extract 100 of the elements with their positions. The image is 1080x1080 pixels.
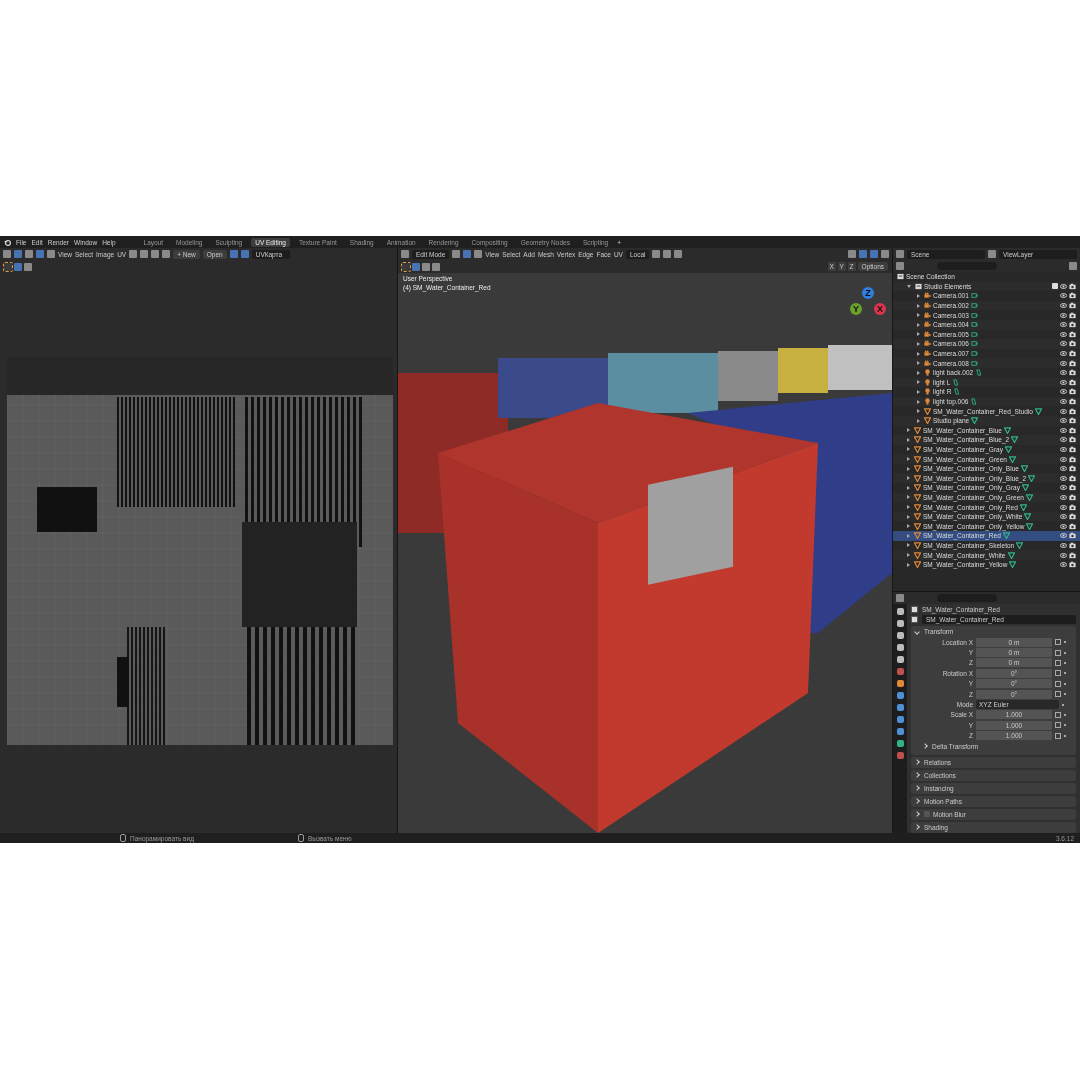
eye-icon[interactable]: [1060, 378, 1067, 386]
eye-icon[interactable]: [1060, 292, 1067, 300]
expand-arrow-icon[interactable]: [917, 332, 920, 337]
light-data-icon[interactable]: [975, 369, 983, 377]
expand-arrow-icon[interactable]: [907, 437, 910, 442]
mesh-data-icon[interactable]: [971, 417, 979, 425]
eye-icon[interactable]: [1060, 350, 1067, 358]
light-data-icon[interactable]: [970, 398, 978, 405]
expand-arrow-icon[interactable]: [907, 457, 910, 462]
eye-icon[interactable]: [1060, 455, 1067, 463]
camera-render-icon[interactable]: [1069, 503, 1076, 511]
expand-arrow-icon[interactable]: [907, 505, 910, 510]
camera-render-icon[interactable]: [1069, 522, 1076, 530]
eye-icon[interactable]: [1060, 302, 1067, 310]
camera-data-icon[interactable]: [970, 302, 978, 310]
eye-icon[interactable]: [1060, 465, 1067, 473]
expand-arrow-icon[interactable]: [917, 361, 920, 366]
camera-data-icon[interactable]: [970, 340, 978, 348]
eye-icon[interactable]: [1060, 541, 1067, 549]
eye-icon[interactable]: [1060, 330, 1067, 338]
panel-checkbox[interactable]: [924, 811, 930, 818]
eye-icon[interactable]: [1060, 359, 1067, 367]
camera-render-icon[interactable]: [1069, 388, 1076, 396]
camera-render-icon[interactable]: [1069, 330, 1076, 338]
camera-render-icon[interactable]: [1069, 474, 1076, 482]
expand-arrow-icon[interactable]: [917, 341, 920, 346]
camera-render-icon[interactable]: [1069, 513, 1076, 521]
camera-data-icon[interactable]: [970, 311, 978, 319]
expand-arrow-icon[interactable]: [917, 322, 920, 327]
camera-render-icon[interactable]: [1069, 282, 1076, 290]
camera-render-icon[interactable]: [1069, 446, 1076, 453]
eye-icon[interactable]: [1060, 369, 1067, 377]
expand-arrow-icon[interactable]: [907, 428, 910, 433]
camera-data-icon[interactable]: [970, 321, 978, 329]
expand-arrow-icon[interactable]: [917, 351, 920, 356]
expand-arrow-icon[interactable]: [917, 380, 920, 385]
eye-icon[interactable]: [1060, 532, 1067, 540]
expand-arrow-icon[interactable]: [917, 313, 920, 318]
eye-icon[interactable]: [1060, 551, 1067, 559]
camera-render-icon[interactable]: [1069, 493, 1076, 501]
camera-render-icon[interactable]: [1069, 321, 1076, 329]
expand-arrow-icon[interactable]: [907, 562, 910, 567]
expand-arrow-icon[interactable]: [907, 485, 910, 490]
camera-render-icon[interactable]: [1069, 532, 1076, 540]
expand-arrow-icon[interactable]: [917, 418, 920, 423]
expand-arrow-icon[interactable]: [917, 294, 920, 298]
camera-render-icon[interactable]: [1069, 340, 1076, 348]
camera-render-icon[interactable]: [1069, 378, 1076, 386]
camera-render-icon[interactable]: [1069, 359, 1076, 367]
eye-icon[interactable]: [1060, 513, 1067, 521]
expand-arrow-icon[interactable]: [917, 399, 920, 404]
expand-arrow-icon[interactable]: [907, 543, 910, 548]
expand-arrow-icon[interactable]: [907, 447, 910, 452]
eye-icon[interactable]: [1060, 446, 1067, 453]
eye-icon[interactable]: [1060, 417, 1067, 425]
select-tool-icon[interactable]: [4, 262, 12, 271]
eye-icon[interactable]: [1060, 484, 1067, 492]
eye-icon[interactable]: [1060, 474, 1067, 482]
eye-icon[interactable]: [1060, 503, 1067, 511]
expand-arrow-icon[interactable]: [907, 284, 911, 288]
camera-render-icon[interactable]: [1069, 436, 1076, 444]
camera-render-icon[interactable]: [1069, 369, 1076, 377]
camera-render-icon[interactable]: [1069, 311, 1076, 319]
exclude-checkbox[interactable]: [1052, 283, 1058, 290]
eye-icon[interactable]: [1060, 561, 1067, 569]
camera-render-icon[interactable]: [1069, 407, 1076, 415]
camera-render-icon[interactable]: [1069, 350, 1076, 358]
eye-icon[interactable]: [1060, 407, 1067, 415]
camera-render-icon[interactable]: [1069, 541, 1076, 549]
eye-icon[interactable]: [1060, 311, 1067, 319]
eye-icon[interactable]: [1060, 426, 1067, 434]
eye-icon[interactable]: [1060, 282, 1067, 290]
camera-render-icon[interactable]: [1069, 551, 1076, 559]
camera-render-icon[interactable]: [1069, 417, 1076, 425]
camera-data-icon[interactable]: [970, 359, 978, 367]
eye-icon[interactable]: [1060, 340, 1067, 348]
camera-render-icon[interactable]: [1069, 455, 1076, 463]
camera-render-icon[interactable]: [1069, 426, 1076, 434]
camera-render-icon[interactable]: [1069, 302, 1076, 310]
expand-arrow-icon[interactable]: [907, 553, 910, 557]
eye-icon[interactable]: [1060, 493, 1067, 501]
blender-logo-icon[interactable]: [4, 238, 11, 246]
expand-arrow-icon[interactable]: [917, 303, 920, 308]
camera-render-icon[interactable]: [1069, 484, 1076, 492]
eye-icon[interactable]: [1060, 398, 1067, 405]
expand-arrow-icon[interactable]: [907, 466, 910, 471]
expand-arrow-icon[interactable]: [907, 495, 910, 500]
eye-icon[interactable]: [1060, 388, 1067, 396]
select-tool-icon[interactable]: [402, 262, 410, 271]
camera-render-icon[interactable]: [1069, 561, 1076, 569]
expand-arrow-icon[interactable]: [907, 533, 910, 538]
eye-icon[interactable]: [1060, 436, 1067, 444]
camera-render-icon[interactable]: [1069, 292, 1076, 300]
expand-arrow-icon[interactable]: [907, 514, 910, 519]
camera-render-icon[interactable]: [1069, 398, 1076, 405]
expand-arrow-icon[interactable]: [907, 476, 910, 481]
camera-data-icon[interactable]: [970, 330, 978, 338]
expand-arrow-icon[interactable]: [917, 370, 920, 375]
expand-arrow-icon[interactable]: [917, 409, 920, 414]
eye-icon[interactable]: [1060, 522, 1067, 530]
